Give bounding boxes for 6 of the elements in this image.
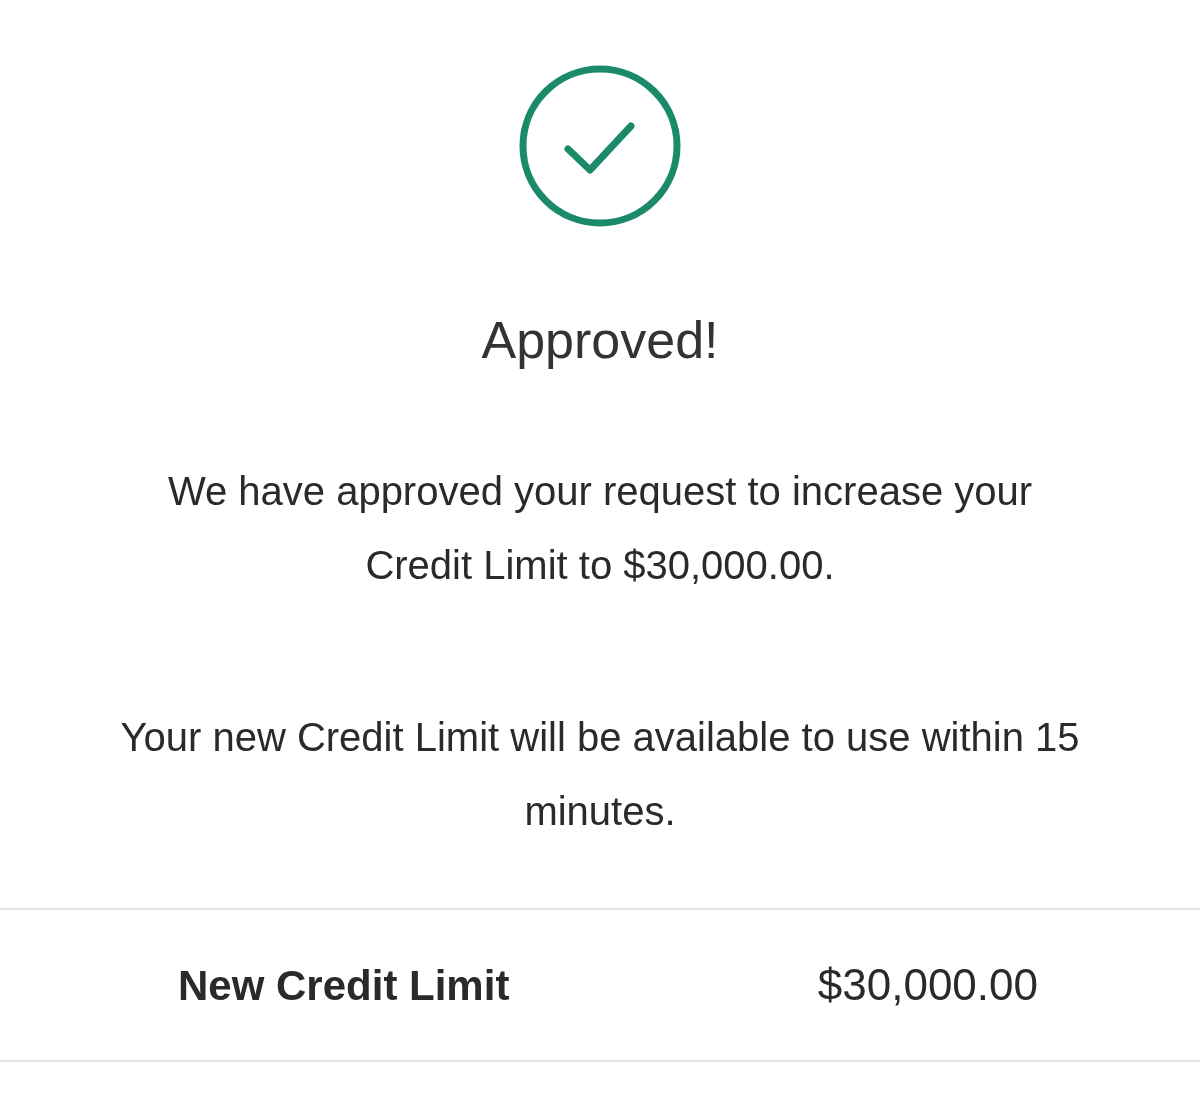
checkmark-circle-icon xyxy=(518,64,682,228)
summary-value: $30,000.00 xyxy=(817,959,1038,1011)
summary-label: New Credit Limit xyxy=(178,960,510,1011)
approval-message: We have approved your request to increase your Credit Limit to $30,000.00. xyxy=(166,468,1034,589)
approval-title: Approved! xyxy=(481,310,719,371)
approval-message: Your new Credit Limit will be available to use within 15 minutes. xyxy=(120,714,1080,835)
